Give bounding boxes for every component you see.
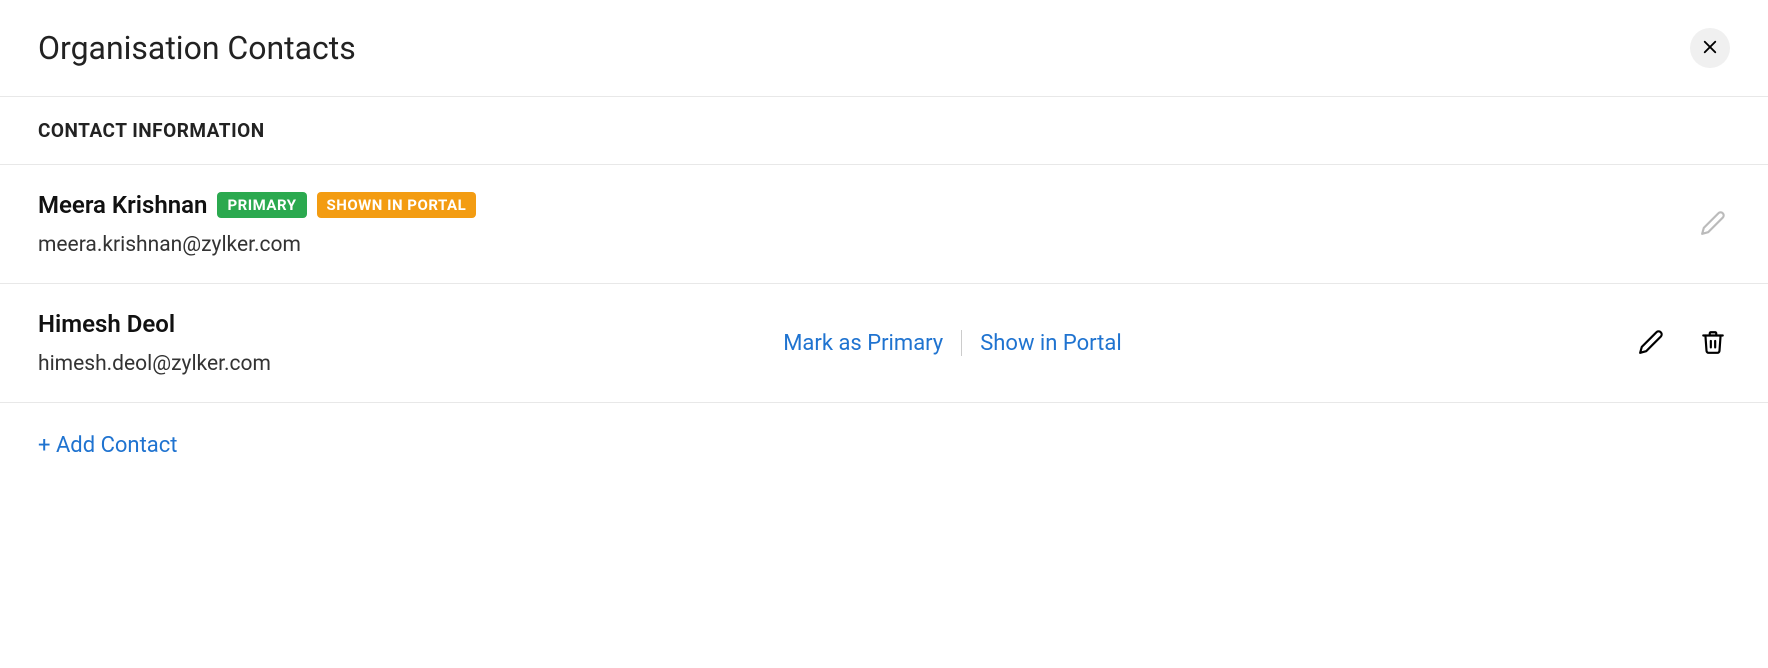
contact-row: Meera Krishnan PRIMARY SHOWN IN PORTAL m… xyxy=(0,165,1768,284)
contact-name: Himesh Deol xyxy=(38,310,175,338)
contact-row: Himesh Deol himesh.deol@zylker.com Mark … xyxy=(0,284,1768,403)
contact-email: meera.krishnan@zylker.com xyxy=(38,233,476,257)
shown-in-portal-badge: SHOWN IN PORTAL xyxy=(317,192,477,218)
trash-icon xyxy=(1700,329,1726,358)
delete-contact-button[interactable] xyxy=(1696,325,1730,362)
close-button[interactable] xyxy=(1690,28,1730,68)
edit-contact-button[interactable] xyxy=(1696,206,1730,243)
contact-email: himesh.deol@zylker.com xyxy=(38,352,271,376)
section-header: CONTACT INFORMATION xyxy=(0,97,1768,165)
page-title: Organisation Contacts xyxy=(38,29,356,67)
edit-contact-button[interactable] xyxy=(1634,325,1668,362)
primary-badge: PRIMARY xyxy=(217,192,306,218)
close-icon xyxy=(1701,38,1719,59)
show-in-portal-link[interactable]: Show in Portal xyxy=(962,331,1139,356)
contact-name: Meera Krishnan xyxy=(38,191,207,219)
add-contact-button[interactable]: + Add Contact xyxy=(0,403,215,488)
mark-as-primary-link[interactable]: Mark as Primary xyxy=(765,331,961,356)
pencil-icon xyxy=(1638,329,1664,358)
page-header: Organisation Contacts xyxy=(0,0,1768,97)
pencil-icon xyxy=(1700,210,1726,239)
